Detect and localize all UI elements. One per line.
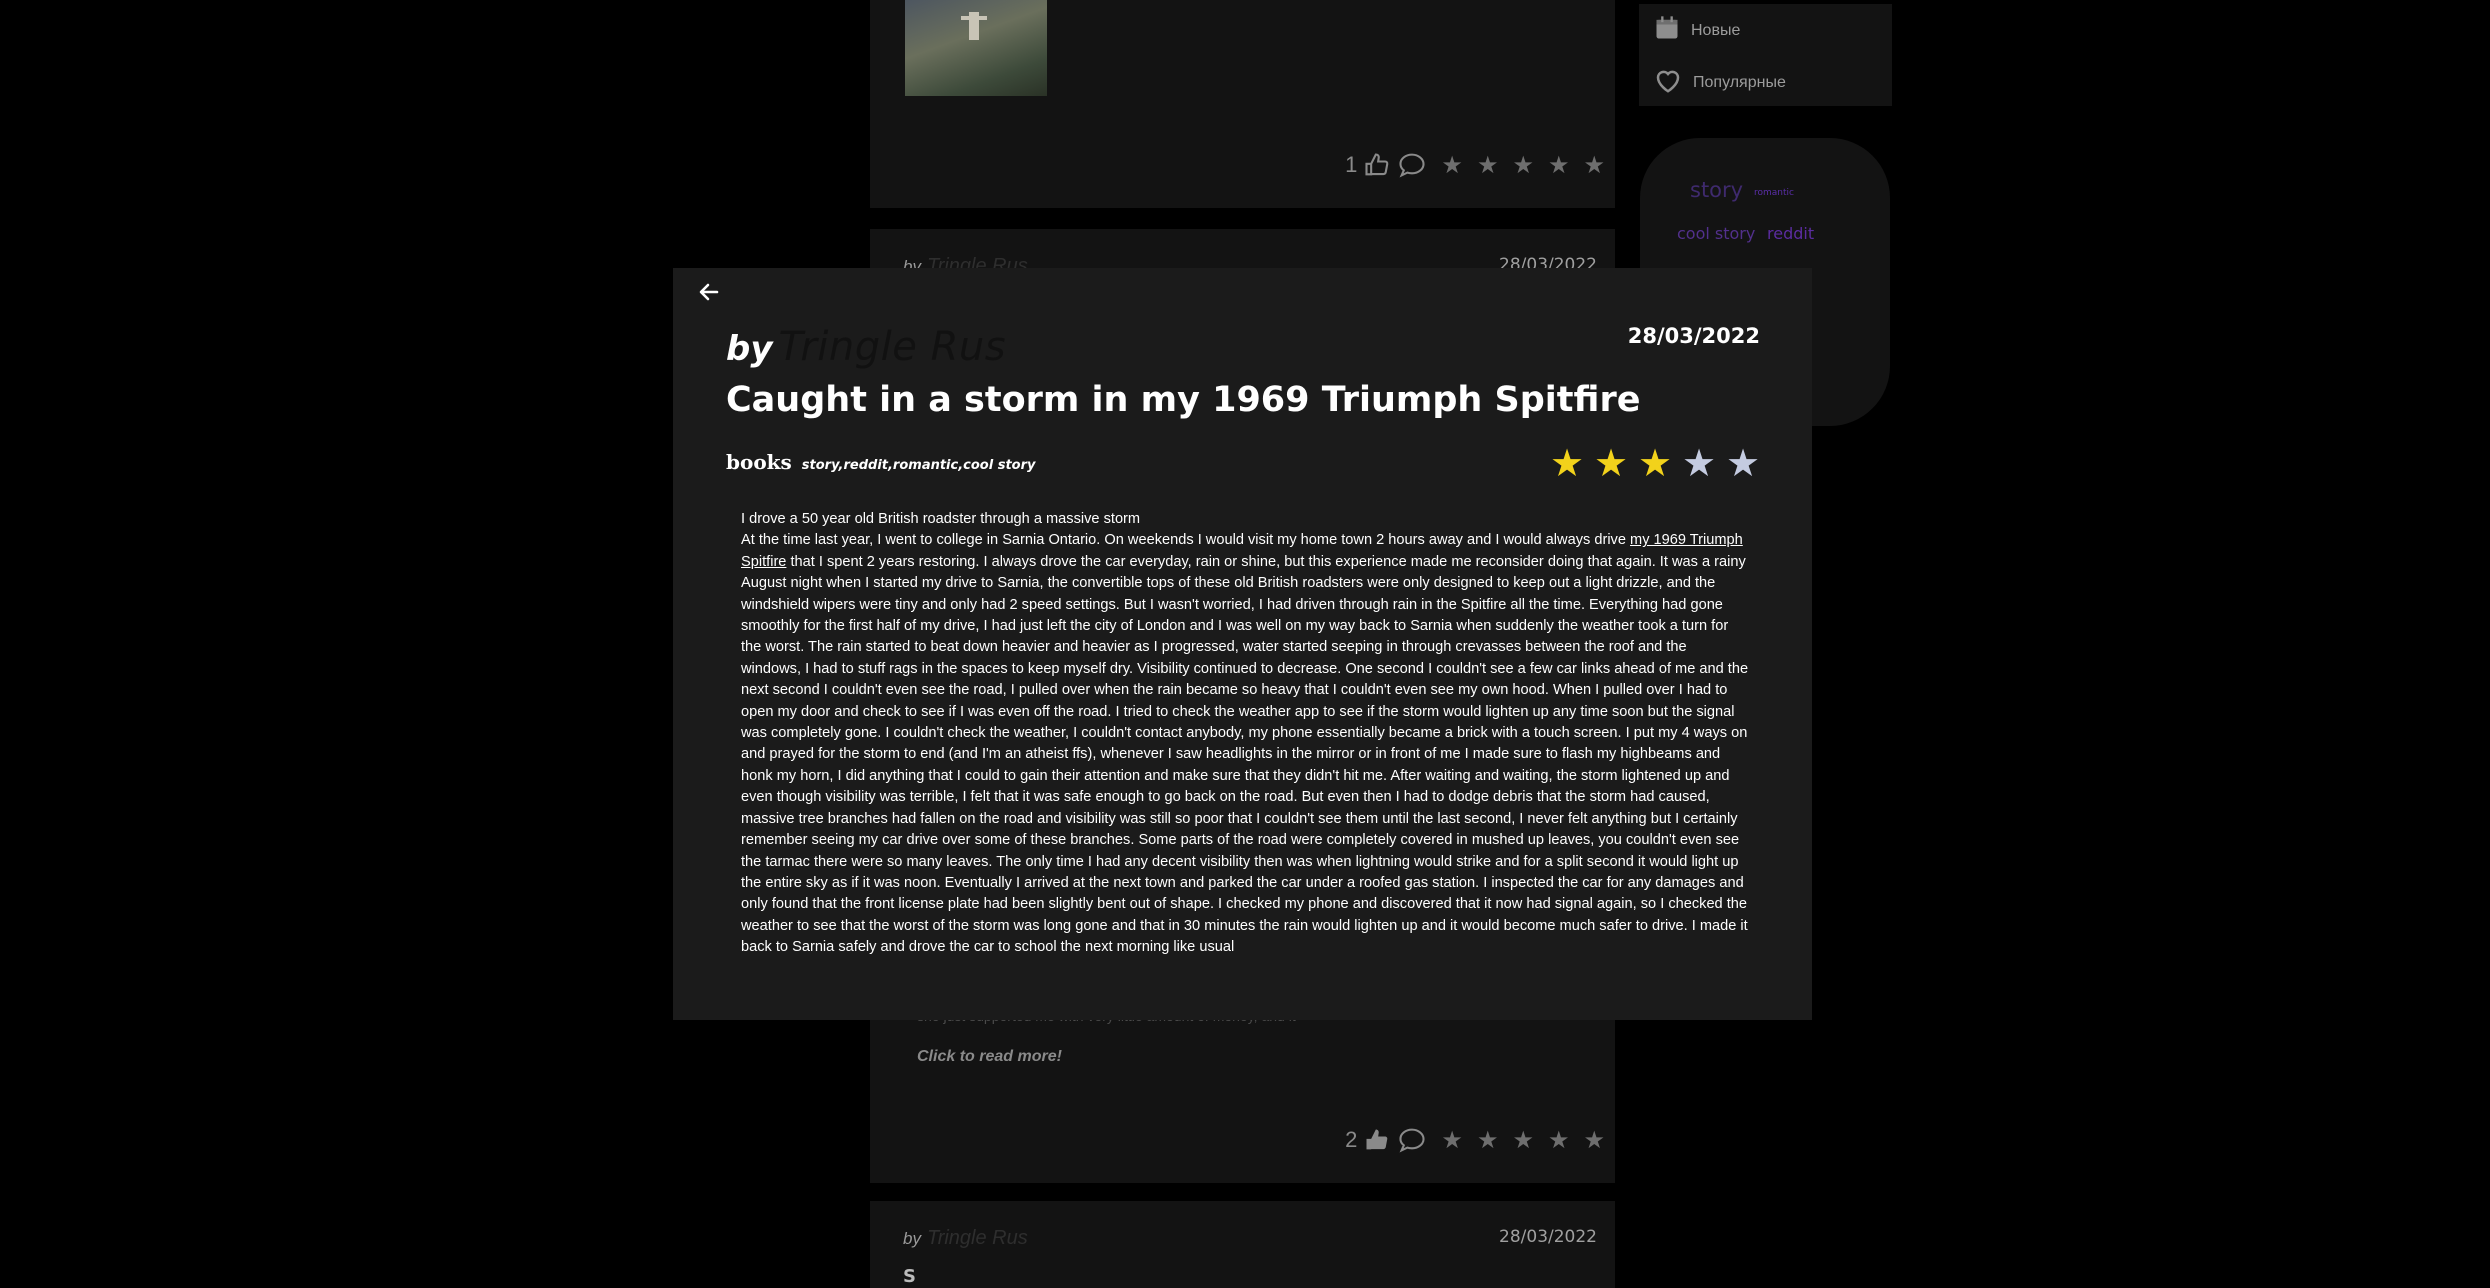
tag-link[interactable]: cool story [1677, 224, 1755, 243]
comment-icon[interactable] [1397, 1126, 1427, 1154]
rating-star-icon[interactable]: ★ [1550, 444, 1584, 482]
story-thumbnail [905, 0, 1047, 96]
author-name[interactable]: Tringle Rus [779, 324, 1007, 370]
rating-star-icon[interactable]: ★ [1441, 153, 1463, 177]
thumbs-up-icon[interactable] [1363, 1126, 1391, 1154]
card-date: 28/03/2022 [1499, 1227, 1597, 1247]
like-count: 1 [1345, 152, 1358, 177]
rating-star-icon[interactable]: ★ [1512, 153, 1534, 177]
sidebar-item-label: Популярные [1693, 73, 1786, 91]
tag-link[interactable]: reddit [1767, 224, 1814, 243]
tag-link[interactable]: story [1690, 178, 1743, 202]
story-card[interactable]: 1 ★ ★ ★ ★ ★ [870, 0, 1615, 208]
sidebar-item-label: Новые [1691, 21, 1741, 39]
story-paragraph: At the time last year, I went to college… [741, 532, 1749, 956]
by-label: by [726, 329, 773, 369]
rating-star-icon[interactable]: ★ [1548, 1128, 1570, 1152]
rating-star-icon[interactable]: ★ [1477, 1128, 1499, 1152]
story-category[interactable]: books [726, 450, 792, 474]
read-more-link[interactable]: Click to read more! [917, 1048, 1062, 1066]
card-title: S [903, 1266, 916, 1287]
card-actions: 2 ★ ★ ★ ★ ★ [1345, 1126, 1605, 1154]
rating-star-icon[interactable]: ★ [1441, 1128, 1463, 1152]
rating-star-icon[interactable]: ★ [1682, 444, 1716, 482]
story-title: Caught in a storm in my 1969 Triumph Spi… [726, 380, 1641, 420]
star-rating: ★ ★ ★ ★ ★ [1550, 444, 1760, 482]
rating-star-icon[interactable]: ★ [1726, 444, 1760, 482]
story-meta: books story,reddit,romantic,cool story [726, 450, 1035, 474]
card-author: by Tringle Rus [903, 1227, 1028, 1249]
sidebar-item-new[interactable]: Новые [1653, 14, 1740, 47]
story-tags: story,reddit,romantic,cool story [801, 458, 1036, 473]
comment-icon[interactable] [1397, 151, 1427, 179]
card-actions: 1 ★ ★ ★ ★ ★ [1345, 151, 1605, 179]
rating-star-icon[interactable]: ★ [1594, 444, 1628, 482]
heart-icon [1653, 66, 1683, 99]
story-modal: by Tringle Rus 28/03/2022 Caught in a st… [673, 268, 1812, 1020]
rating-star-icon[interactable]: ★ [1512, 1128, 1534, 1152]
calendar-icon [1653, 14, 1681, 47]
rating-star-icon[interactable]: ★ [1583, 1128, 1605, 1152]
sidebar-menu: Новые Популярные [1639, 4, 1892, 106]
rating-star-icon[interactable]: ★ [1548, 153, 1570, 177]
story-byline: by Tringle Rus [726, 324, 1006, 370]
like-count: 2 [1345, 1127, 1358, 1152]
sidebar-item-popular[interactable]: Популярные [1653, 66, 1786, 99]
rating-star-icon[interactable]: ★ [1638, 444, 1672, 482]
story-first-line: I drove a 50 year old British roadster t… [741, 511, 1141, 527]
story-date: 28/03/2022 [1627, 324, 1760, 348]
thumbs-up-icon[interactable] [1363, 151, 1391, 179]
rating-star-icon[interactable]: ★ [1583, 153, 1605, 177]
back-button[interactable] [695, 280, 723, 308]
tag-link[interactable]: romantic [1754, 188, 1794, 198]
arrow-left-icon [699, 283, 719, 305]
story-body: I drove a 50 year old British roadster t… [741, 509, 1749, 959]
rating-star-icon[interactable]: ★ [1477, 153, 1499, 177]
story-card[interactable]: by Tringle Rus 28/03/2022 S [870, 1201, 1615, 1288]
